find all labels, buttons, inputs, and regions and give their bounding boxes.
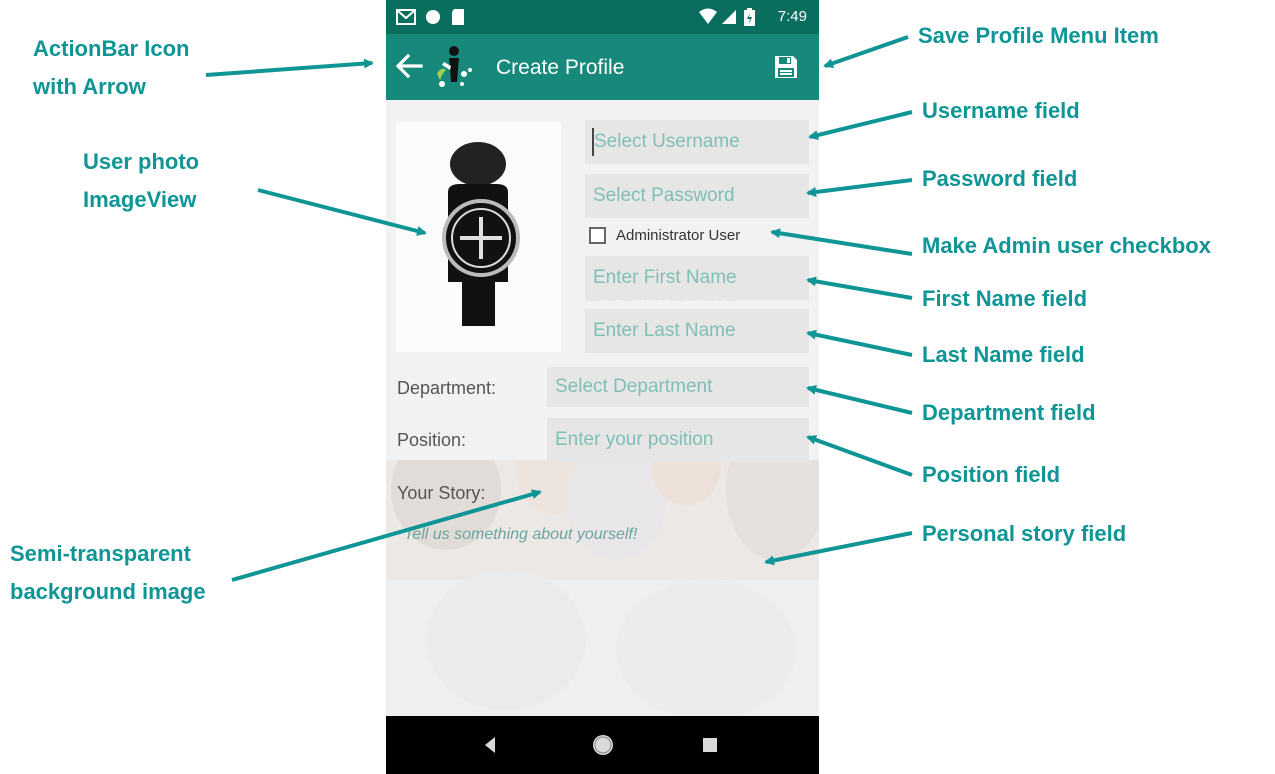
person-add-icon [442,142,520,326]
personal-story-field[interactable]: Tell us something about yourself! [404,526,637,544]
callout-first-name: First Name field [922,286,1088,311]
position-label: Position: [397,430,467,450]
department-label: Department: [397,378,497,398]
floppy-disk-icon[interactable] [773,54,799,80]
battery-charging-icon [744,8,755,26]
callout-position: Position field [922,462,1061,487]
circle-icon [426,10,440,24]
callout-department: Department field [922,400,1096,425]
arrow-save [823,35,909,69]
arrow-department [806,385,913,415]
recents-square-icon[interactable] [703,738,717,752]
callout-username: Username field [922,98,1080,123]
story-label: Your Story: [397,483,486,503]
department-field[interactable]: Select Department [547,367,809,407]
status-bar: 7:49 [386,0,819,34]
callout-background-image: Semi-transparent background image [10,535,206,611]
clock-time: 7:49 [777,8,807,25]
last-name-field[interactable]: Enter Last Name [585,309,809,353]
form-content: Rewards Select Username Select Password … [386,100,819,716]
sd-card-icon [452,9,464,25]
last-name-placeholder: Enter Last Name [593,320,736,341]
action-bar: Create Profile [386,34,819,100]
callout-line-2: ImageView [83,187,197,212]
callout-save-menu: Save Profile Menu Item [918,23,1159,48]
phone-screen: 7:49 Create Profile Select Username Sele… [386,0,819,774]
department-placeholder: Select Department [555,376,713,397]
arrow-password [806,178,913,197]
back-triangle-icon[interactable] [483,735,497,755]
arrow-last-name [806,329,913,357]
password-placeholder: Select Password [593,185,735,206]
position-field[interactable]: Enter your position [547,418,809,462]
arrow-left-icon[interactable] [394,51,424,81]
callout-line-1: User photo [83,149,200,174]
username-field[interactable]: Select Username [585,120,809,164]
password-field[interactable]: Select Password [585,174,809,218]
callout-admin-checkbox: Make Admin user checkbox [922,233,1211,258]
arrow-position [806,435,913,477]
callout-line-1: ActionBar Icon [33,36,190,61]
admin-user-checkbox[interactable] [589,227,606,244]
text-cursor [592,128,594,156]
arrow-actionbar [205,58,374,77]
callout-user-photo: User photo ImageView [83,143,199,219]
callout-actionbar-icon: ActionBar Icon with Arrow [33,30,189,106]
callout-line-2: background image [10,579,206,604]
callout-last-name: Last Name field [922,342,1085,367]
home-circle-icon[interactable] [591,733,615,757]
signal-icon [722,10,736,24]
app-logo-icon[interactable] [432,44,476,90]
position-placeholder: Enter your position [555,429,714,450]
gmail-icon [396,9,416,25]
callout-line-1: Semi-transparent [10,541,191,566]
username-placeholder: Select Username [594,131,740,152]
first-name-placeholder: Enter First Name [593,267,737,288]
admin-user-label[interactable]: Administrator User [616,226,740,246]
callout-password: Password field [922,166,1078,191]
user-photo-imageview[interactable] [396,122,561,352]
arrow-first-name [806,276,913,300]
arrow-username [808,110,913,140]
wifi-icon [699,8,717,24]
page-title: Create Profile [496,56,625,79]
first-name-field[interactable]: Enter First Name [585,256,809,300]
callout-line-2: with Arrow [33,74,146,99]
navigation-bar [386,716,819,774]
callout-story: Personal story field [922,521,1127,546]
